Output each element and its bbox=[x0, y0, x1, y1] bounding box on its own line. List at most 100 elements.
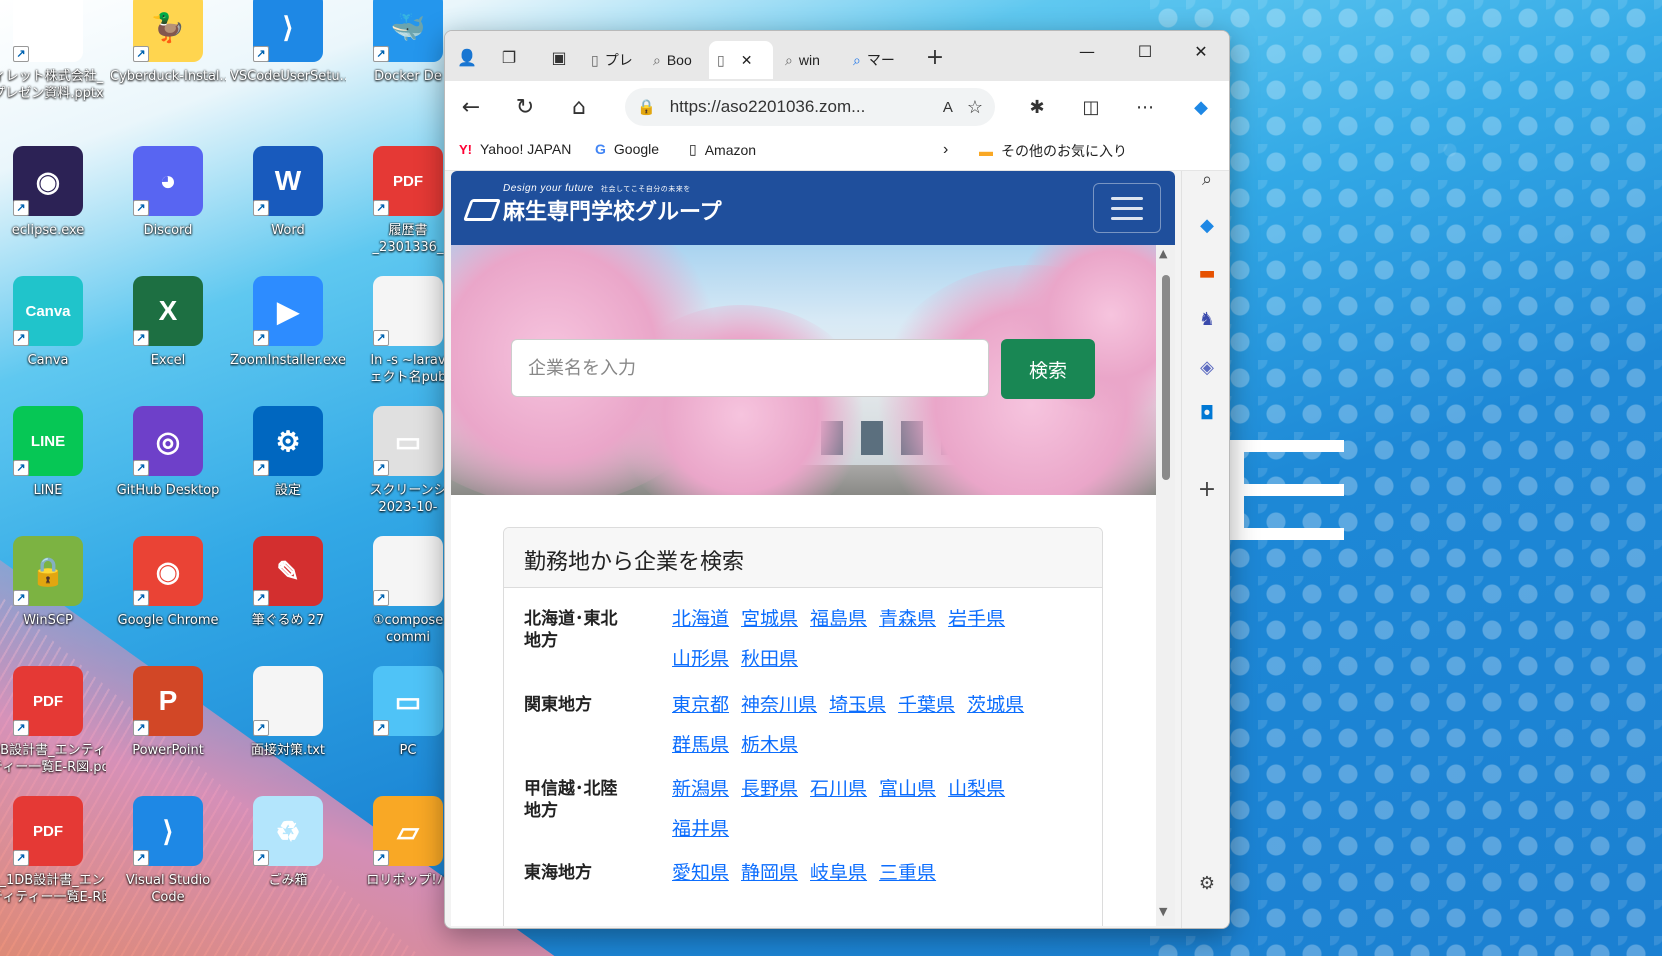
shortcut-arrow-icon: ↗ bbox=[253, 330, 269, 346]
prefecture-link[interactable]: 山形県 bbox=[672, 646, 729, 672]
extensions-icon[interactable]: ✱ bbox=[1019, 89, 1055, 125]
site-logo[interactable]: Design your future 社会してこそ自分の未来を 麻生専門学校グル… bbox=[462, 183, 722, 226]
desktop-icon[interactable]: ◕ ↗ Discord bbox=[110, 146, 226, 239]
favorite-yahoo[interactable]: Y! Yahoo! JAPAN bbox=[459, 141, 571, 157]
desktop-icon[interactable]: ◉ ↗ eclipse.exe bbox=[0, 146, 106, 239]
hamburger-menu-button[interactable] bbox=[1093, 183, 1161, 233]
home-button[interactable]: ⌂ bbox=[561, 89, 597, 125]
prefecture-link[interactable]: 岐阜県 bbox=[810, 860, 867, 886]
sidebar-search-icon[interactable]: ⌕ bbox=[1191, 163, 1223, 195]
back-button[interactable]: ← bbox=[453, 89, 489, 125]
desktop-icon[interactable]: ✎ ↗ 筆ぐるめ 27 bbox=[230, 536, 346, 629]
refresh-button[interactable]: ↻ bbox=[507, 89, 543, 125]
desktop-icon[interactable]: ⟩ ↗ Visual Studio Code bbox=[110, 796, 226, 906]
games-icon[interactable]: ♞ bbox=[1191, 303, 1223, 335]
desktop-icon[interactable]: P ↗ PowerPoint bbox=[110, 666, 226, 759]
copilot-icon[interactable]: ◆ bbox=[1183, 89, 1219, 125]
tab-4[interactable]: ⌕ win bbox=[777, 41, 843, 79]
prefecture-link[interactable]: 千葉県 bbox=[898, 692, 955, 718]
profile-icon[interactable]: 👤 bbox=[451, 41, 483, 73]
scroll-down-arrow-icon[interactable]: ▼ bbox=[1159, 905, 1167, 918]
app-icon: ▭ ↗ bbox=[373, 666, 443, 736]
other-favorites[interactable]: ▬ その他のお気に入り bbox=[979, 141, 1127, 161]
page-scrollbar[interactable]: ▲ ▼ bbox=[1156, 245, 1175, 926]
tools-icon[interactable]: ▬ bbox=[1191, 257, 1223, 289]
new-tab-button[interactable]: + bbox=[919, 41, 951, 73]
shortcut-arrow-icon: ↗ bbox=[133, 460, 149, 476]
desktop-icon[interactable]: ♻ ↗ ごみ箱 bbox=[230, 796, 346, 889]
desktop-icon[interactable]: W ↗ Word bbox=[230, 146, 346, 239]
outlook-icon[interactable]: ◘ bbox=[1191, 397, 1223, 429]
address-bar[interactable]: 🔒 https://aso2201036.zom... A ☆ bbox=[625, 88, 995, 126]
minimize-button[interactable]: — bbox=[1059, 31, 1115, 71]
tab-2[interactable]: ⌕ Boo bbox=[645, 41, 707, 79]
read-aloud-icon[interactable]: A bbox=[943, 99, 953, 116]
prefecture-link[interactable]: 東京都 bbox=[672, 692, 729, 718]
prefecture-link[interactable]: 新潟県 bbox=[672, 776, 729, 802]
url-text[interactable]: https://aso2201036.zom... bbox=[670, 97, 929, 117]
desktop-icon[interactable]: P ↗ ィレット株式会社_ プレゼン資料.pptx bbox=[0, 0, 106, 102]
desktop-icon-label: WinSCP bbox=[23, 613, 73, 628]
microsoft365-icon[interactable]: ◈ bbox=[1191, 351, 1223, 383]
prefecture-link[interactable]: 青森県 bbox=[879, 606, 936, 632]
favorite-label: Yahoo! JAPAN bbox=[480, 141, 572, 157]
tab-1[interactable]: ▯ プレ bbox=[583, 41, 643, 79]
favorite-google[interactable]: G Google bbox=[595, 141, 659, 157]
prefecture-link[interactable]: 山梨県 bbox=[948, 776, 1005, 802]
prefecture-link[interactable]: 北海道 bbox=[672, 606, 729, 632]
tab-3-active[interactable]: ▯ ✕ bbox=[709, 41, 773, 79]
workspaces-icon[interactable]: ❐ bbox=[493, 41, 525, 73]
app-icon: 🐳 ↗ bbox=[373, 0, 443, 62]
prefecture-link[interactable]: 静岡県 bbox=[741, 860, 798, 886]
desktop-icon[interactable]: ⚙ ↗ 設定 bbox=[230, 406, 346, 499]
settings-gear-icon[interactable]: ⚙ bbox=[1191, 867, 1223, 899]
desktop-icon[interactable]: 🔒 ↗ WinSCP bbox=[0, 536, 106, 629]
prefecture-link[interactable]: 三重県 bbox=[879, 860, 936, 886]
desktop-icon[interactable]: 🦆 ↗ Cyberduck-Instal... bbox=[110, 0, 226, 85]
lock-icon[interactable]: 🔒 bbox=[637, 98, 656, 116]
prefecture-link[interactable]: 群馬県 bbox=[672, 732, 729, 758]
app-icon: ↗ bbox=[373, 536, 443, 606]
favorites-overflow-chevron[interactable]: › bbox=[943, 141, 948, 159]
tab-5[interactable]: ⌕ マー bbox=[845, 41, 913, 79]
add-sidebar-app-icon[interactable]: + bbox=[1191, 473, 1223, 505]
prefecture-link[interactable]: 福井県 bbox=[672, 816, 729, 842]
prefecture-link[interactable]: 宮城県 bbox=[741, 606, 798, 632]
desktop-icon[interactable]: LINE ↗ LINE bbox=[0, 406, 106, 499]
maximize-button[interactable]: ☐ bbox=[1117, 31, 1173, 71]
prefecture-link[interactable]: 茨城県 bbox=[967, 692, 1024, 718]
scroll-up-arrow-icon[interactable]: ▲ bbox=[1159, 247, 1167, 260]
desktop-icon[interactable]: PDF↗ 4_1DB設計書_エン ティティー一覧E-R図... bbox=[0, 796, 106, 906]
desktop-icon[interactable]: ◉ ↗ Google Chrome bbox=[110, 536, 226, 629]
close-window-button[interactable]: ✕ bbox=[1173, 31, 1229, 71]
prefecture-link[interactable]: 岩手県 bbox=[948, 606, 1005, 632]
desktop-icon[interactable]: ◎ ↗ GitHub Desktop bbox=[110, 406, 226, 499]
desktop-icon[interactable]: ▶ ↗ ZoomInstaller.exe bbox=[230, 276, 346, 369]
desktop-icon-label: 設定 bbox=[274, 483, 301, 498]
desktop-icon[interactable]: Canva ↗ Canva bbox=[0, 276, 106, 369]
tab-close-icon[interactable]: ✕ bbox=[741, 52, 753, 69]
prefecture-link[interactable]: 石川県 bbox=[810, 776, 867, 802]
prefecture-link[interactable]: 福島県 bbox=[810, 606, 867, 632]
company-search-input[interactable] bbox=[511, 339, 989, 397]
more-options-icon[interactable]: ⋯ bbox=[1127, 89, 1163, 125]
shopping-tag-icon[interactable]: ◆ bbox=[1191, 209, 1223, 241]
desktop-icon[interactable]: PDF↗ DB設計書_エンティ ティー一覧E-R図.pdf bbox=[0, 666, 106, 776]
favorite-amazon[interactable]: ▯ Amazon bbox=[689, 141, 756, 158]
scrollbar-thumb[interactable] bbox=[1162, 275, 1170, 480]
desktop-icon[interactable]: ⟩ ↗ VSCodeUserSetu... bbox=[230, 0, 346, 85]
tab-actions-icon[interactable]: ▣ bbox=[543, 41, 575, 73]
desktop-icon[interactable]: X ↗ Excel bbox=[110, 276, 226, 369]
prefecture-link[interactable]: 栃木県 bbox=[741, 732, 798, 758]
prefecture-link[interactable]: 神奈川県 bbox=[741, 692, 817, 718]
desktop-icon[interactable]: ↗ 面接対策.txt bbox=[230, 666, 346, 759]
prefecture-link[interactable]: 埼玉県 bbox=[829, 692, 886, 718]
prefecture-link[interactable]: 富山県 bbox=[879, 776, 936, 802]
split-screen-icon[interactable]: ◫ bbox=[1073, 89, 1109, 125]
browser-window: 👤 ❐ ▣ ▯ プレ ⌕ Boo ▯ ✕ ⌕ win ⌕ マー + — ☐ ✕ … bbox=[444, 30, 1230, 929]
prefecture-link[interactable]: 長野県 bbox=[741, 776, 798, 802]
prefecture-link[interactable]: 愛知県 bbox=[672, 860, 729, 886]
search-button[interactable]: 検索 bbox=[1001, 339, 1095, 399]
favorite-star-icon[interactable]: ☆ bbox=[967, 97, 983, 118]
prefecture-link[interactable]: 秋田県 bbox=[741, 646, 798, 672]
